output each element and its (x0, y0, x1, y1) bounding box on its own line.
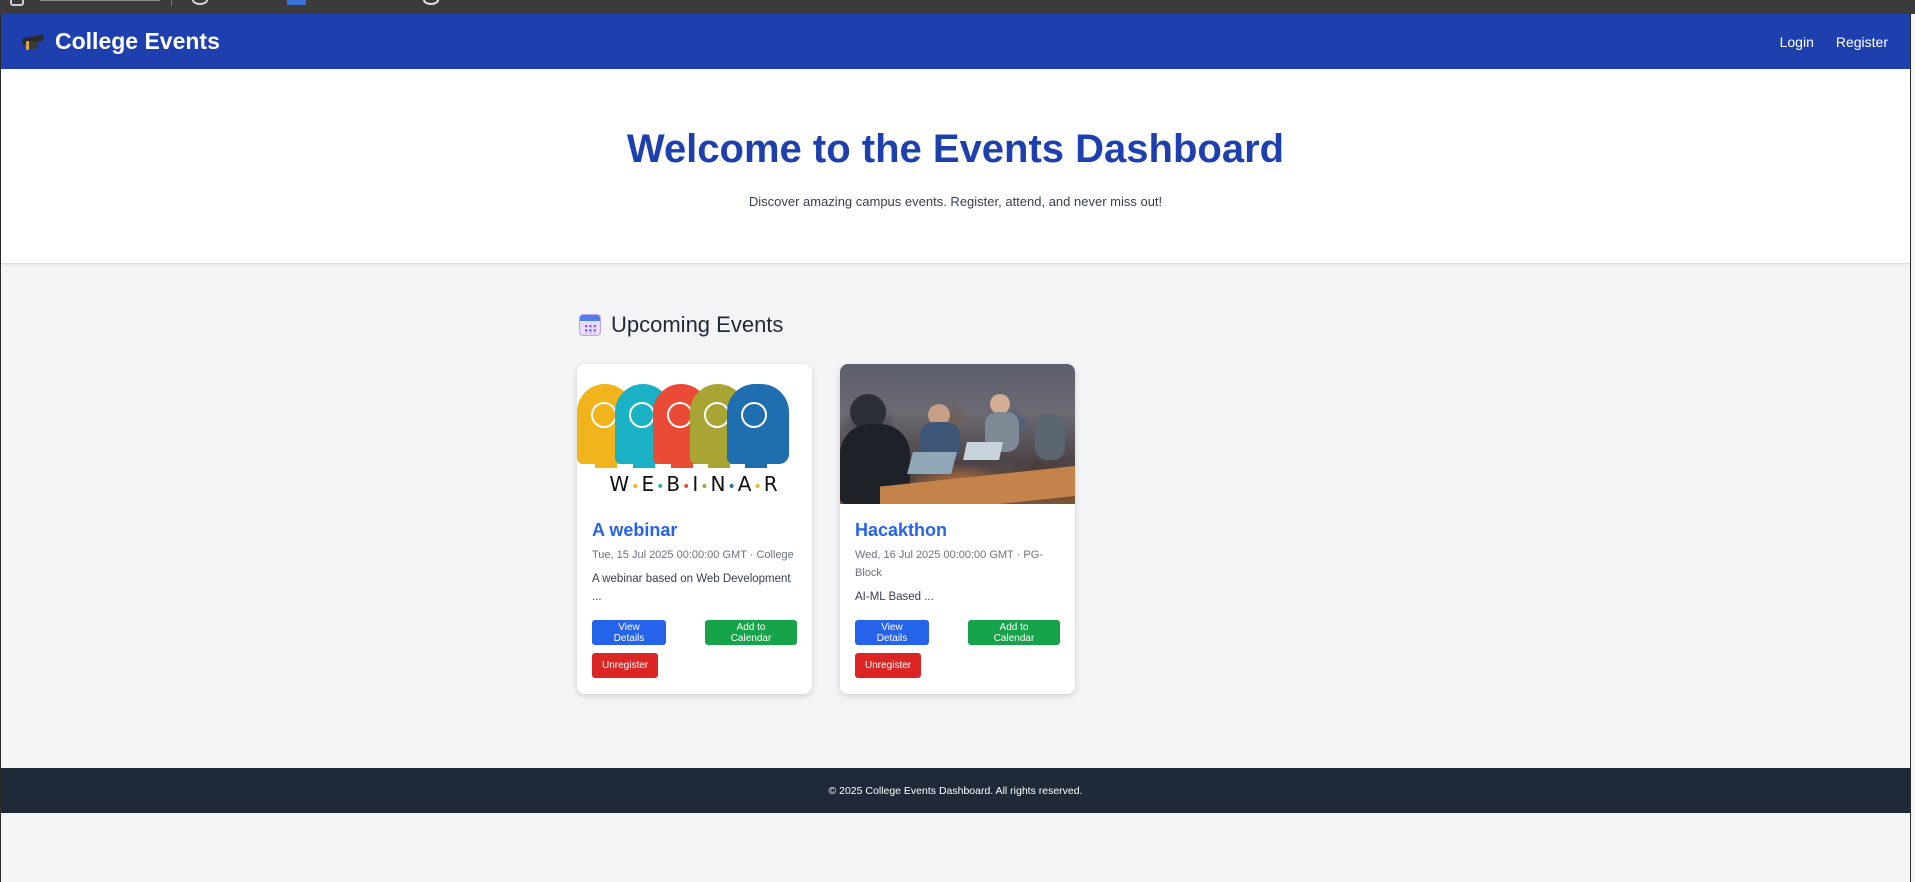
footer-text: © 2025 College Events Dashboard. All rig… (828, 784, 1083, 797)
unregister-button[interactable]: Unregister (592, 653, 658, 678)
event-meta: Wed, 16 Jul 2025 00:00:00 GMT · PG-Block (855, 549, 1043, 579)
browser-bookmarks-bar (0, 0, 1915, 14)
unregister-button[interactable]: Unregister (855, 653, 921, 678)
add-to-calendar-button[interactable]: Add to Calendar (705, 620, 797, 645)
navbar: College Events Login Register (1, 14, 1910, 69)
globe-icon[interactable] (192, 0, 208, 5)
login-link[interactable]: Login (1780, 34, 1814, 50)
event-title[interactable]: Hacakthon (855, 518, 1060, 542)
bookmark-separator (171, 0, 172, 6)
bookmark-label-line (40, 0, 160, 1)
section-title: Upcoming Events (611, 312, 784, 337)
page-subtitle: Discover amazing campus events. Register… (748, 194, 1163, 209)
section-header: Upcoming Events (579, 312, 783, 338)
nav-links: Login Register (1780, 34, 1888, 50)
event-meta: Tue, 15 Jul 2025 00:00:00 GMT · College (592, 549, 794, 561)
event-card-body: Hacakthon Wed, 16 Jul 2025 00:00:00 GMT … (840, 504, 1075, 606)
view-details-button[interactable]: View Details (592, 620, 666, 645)
bookmark-icon[interactable] (10, 0, 24, 6)
event-image-hackathon (840, 364, 1075, 504)
globe-icon[interactable] (423, 0, 439, 5)
event-title[interactable]: A webinar (592, 518, 797, 542)
page: College Events Login Register Welcome to… (0, 14, 1911, 882)
view-details-button[interactable]: View Details (855, 620, 929, 645)
hero-banner: Welcome to the Events Dashboard Discover… (1, 69, 1910, 264)
bookmark-favicon-icon[interactable] (287, 0, 306, 5)
event-card-body: A webinar Tue, 15 Jul 2025 00:00:00 GMT … (577, 504, 812, 606)
event-description: AI-ML Based ... (855, 591, 934, 603)
brand[interactable]: College Events (21, 28, 220, 55)
calendar-icon (579, 314, 601, 336)
add-to-calendar-button[interactable]: Add to Calendar (968, 620, 1060, 645)
graduation-cap-icon (21, 31, 45, 53)
page-title: Welcome to the Events Dashboard (626, 127, 1285, 171)
brand-name: College Events (55, 28, 220, 54)
register-link[interactable]: Register (1836, 34, 1888, 50)
event-card: Hacakthon Wed, 16 Jul 2025 00:00:00 GMT … (840, 364, 1075, 694)
footer: © 2025 College Events Dashboard. All rig… (1, 768, 1910, 813)
event-card: W•E•B•I•N•A•R A webinar Tue, 15 Jul 2025… (577, 364, 812, 694)
event-image-webinar: W•E•B•I•N•A•R (577, 364, 812, 504)
webinar-image-text: W•E•B•I•N•A•R (609, 472, 780, 496)
event-description: A webinar based on Web Development ... (592, 573, 791, 603)
